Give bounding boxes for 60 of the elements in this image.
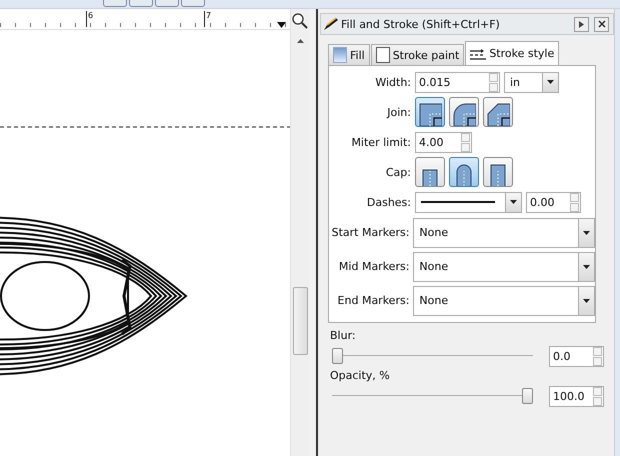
tab[interactable]: Stroke style (465, 41, 560, 65)
ruler-label: 7 (204, 11, 212, 27)
field-label: Join: (386, 106, 411, 118)
cap-button[interactable] (449, 157, 479, 187)
marker-dropdown[interactable]: None (413, 218, 595, 248)
scroll-thumb[interactable] (293, 287, 308, 355)
join-button[interactable] (449, 97, 479, 127)
fill-swatch-icon (333, 47, 347, 63)
field-label: Miter limit: (350, 136, 411, 148)
blur-field[interactable]: 0.0 (549, 346, 604, 366)
toolbar-button[interactable] (103, 0, 127, 7)
field-label: Width: (374, 76, 411, 88)
width-field[interactable]: 0.015 (415, 72, 500, 92)
dash-offset-field[interactable]: 0.00 (526, 192, 581, 212)
join-icon (418, 102, 442, 126)
pen-icon (323, 17, 339, 31)
field-label: Cap: (384, 166, 411, 178)
scrollbar[interactable] (290, 9, 309, 456)
tab[interactable]: Fill (328, 44, 370, 65)
miter-limit-field[interactable]: 4.00 (415, 132, 472, 152)
close-icon (598, 20, 606, 28)
tab[interactable]: Stroke paint (370, 44, 464, 65)
cap-button[interactable] (483, 157, 513, 187)
solid-line-icon (421, 201, 495, 203)
scroll-up-icon[interactable] (297, 39, 304, 43)
field-label: End Markers: (336, 294, 410, 307)
unit-dropdown[interactable]: in (504, 72, 559, 92)
cap-button[interactable] (415, 157, 445, 187)
dash-pattern-dropdown[interactable] (415, 192, 522, 212)
pin-button[interactable] (574, 16, 589, 32)
caret-icon (583, 298, 590, 302)
caret-icon (583, 264, 590, 268)
zoom-icon[interactable] (292, 13, 308, 29)
blur-label: Blur: (330, 329, 357, 344)
slider-thumb[interactable] (332, 348, 343, 364)
toolbar-button[interactable] (129, 0, 153, 7)
dialog-title: Fill and Stroke (Shift+Ctrl+F) (341, 18, 501, 30)
triangle-icon (578, 20, 585, 28)
caret-icon[interactable] (277, 22, 286, 28)
join-icon (486, 102, 510, 126)
ruler-label: 6 (86, 11, 94, 27)
opacity-label: Opacity, % (330, 369, 391, 384)
caret-icon (547, 80, 554, 84)
close-button[interactable] (594, 16, 609, 32)
join-button[interactable] (415, 97, 445, 127)
field-label: Dashes: (366, 196, 411, 208)
caret-icon (510, 200, 517, 204)
dashed-lines-icon (470, 48, 486, 60)
marker-dropdown[interactable]: None (413, 252, 595, 282)
join-button[interactable] (483, 97, 513, 127)
toolbar-button[interactable] (181, 0, 205, 7)
opacity-field[interactable]: 100.0 (549, 386, 604, 406)
toolbar-button[interactable] (155, 0, 179, 7)
slider-thumb[interactable] (522, 388, 533, 404)
caret-icon (583, 230, 590, 234)
field-label: Mid Markers: (338, 260, 410, 273)
marker-dropdown[interactable]: None (413, 286, 595, 316)
stroke-swatch-icon (376, 47, 390, 63)
field-label: Start Markers: (330, 226, 410, 239)
join-icon (452, 102, 476, 126)
